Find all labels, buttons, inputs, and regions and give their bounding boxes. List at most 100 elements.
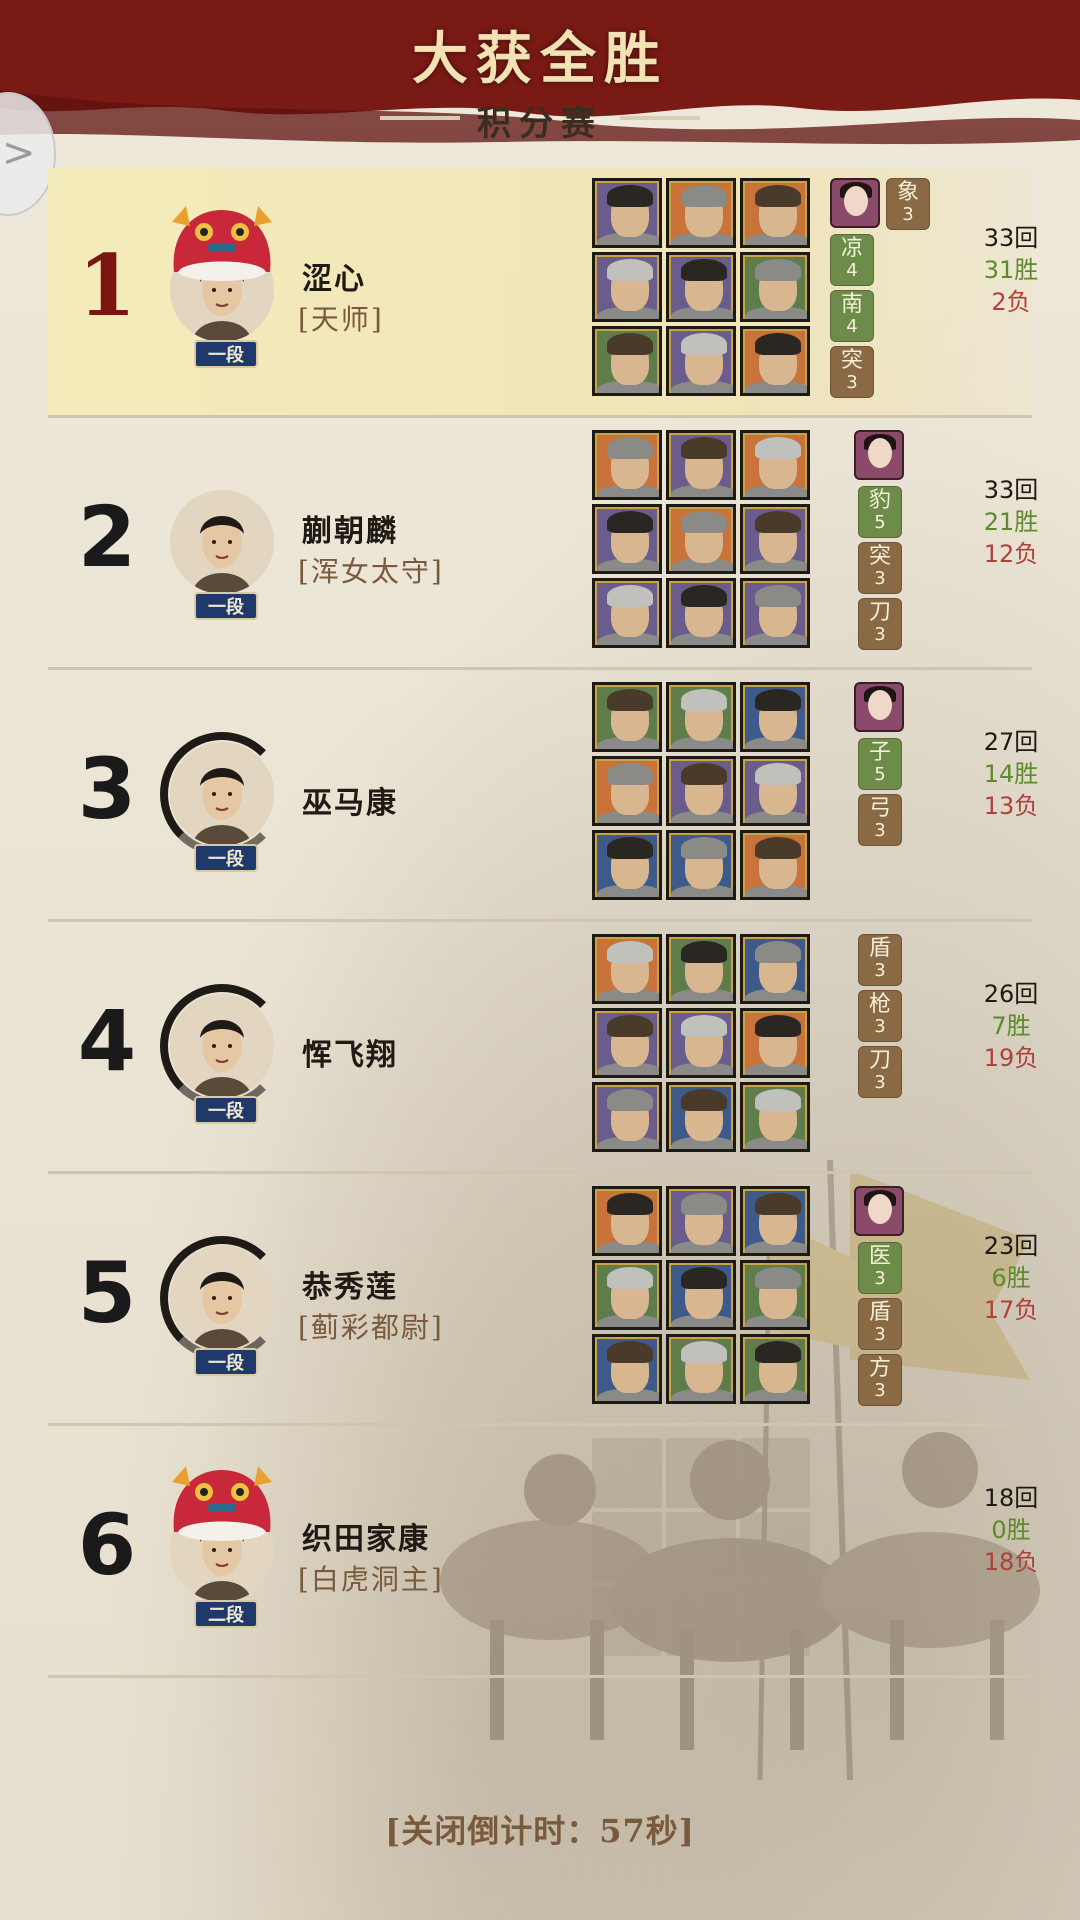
- general-unit-card[interactable]: [666, 252, 736, 322]
- general-unit-card[interactable]: [592, 178, 662, 248]
- consort-portrait-icon[interactable]: [830, 178, 880, 228]
- consort-portrait-icon[interactable]: [854, 682, 904, 732]
- general-unit-card[interactable]: [666, 430, 736, 500]
- general-unit-card[interactable]: [740, 1186, 810, 1256]
- general-unit-card[interactable]: [592, 1082, 662, 1152]
- header-banner: 大获全胜 积分赛: [0, 0, 1080, 150]
- general-unit-card[interactable]: [666, 682, 736, 752]
- synergy-tag-count: 5: [874, 764, 886, 785]
- general-unit-card[interactable]: [740, 252, 810, 322]
- leaderboard-row[interactable]: 2 一段 蒯朝麟 [浑女太守] 豹 5 突 3 刀 3 33回 21胜 12负: [48, 420, 1038, 670]
- rounds-count: 33回: [983, 476, 1039, 504]
- general-unit-card[interactable]: [592, 682, 662, 752]
- player-avatar[interactable]: 一段: [160, 206, 284, 368]
- synergy-tag[interactable]: 南4: [830, 290, 874, 342]
- leaderboard-row[interactable]: 4 一段 恽飞翔盾 3 枪 3 刀 3 26回 7胜 19负: [48, 924, 1038, 1174]
- general-unit-card[interactable]: [592, 934, 662, 1004]
- general-unit-card[interactable]: [666, 1186, 736, 1256]
- synergy-tag[interactable]: 豹5: [858, 486, 902, 538]
- general-unit-card[interactable]: [592, 1008, 662, 1078]
- general-unit-card[interactable]: [592, 1186, 662, 1256]
- synergy-tag[interactable]: 象3: [886, 178, 930, 230]
- consort-portrait-icon[interactable]: [854, 430, 904, 480]
- synergy-tag[interactable]: 盾3: [858, 1298, 902, 1350]
- general-unit-card[interactable]: [666, 1082, 736, 1152]
- general-unit-card[interactable]: [740, 934, 810, 1004]
- synergy-tag[interactable]: 凉4: [830, 234, 874, 286]
- general-unit-card[interactable]: [666, 1008, 736, 1078]
- general-unit-card[interactable]: [666, 1260, 736, 1330]
- unit-helmet: [607, 689, 653, 711]
- player-avatar[interactable]: 一段: [160, 984, 284, 1124]
- general-unit-card[interactable]: [740, 326, 810, 396]
- general-unit-card[interactable]: [592, 504, 662, 574]
- unit-helmet: [681, 511, 727, 533]
- unit-helmet: [607, 837, 653, 859]
- general-unit-card[interactable]: [740, 178, 810, 248]
- unit-helmet: [607, 259, 653, 281]
- synergy-tag-count: 3: [874, 1016, 886, 1037]
- general-unit-card[interactable]: [592, 1334, 662, 1404]
- general-unit-card[interactable]: [740, 756, 810, 826]
- synergy-tag[interactable]: 医3: [858, 1242, 902, 1294]
- unit-helmet: [681, 837, 727, 859]
- leaderboard-row[interactable]: 5 一段 恭秀莲 [蓟彩都尉] 医 3 盾 3 方 3 23回 6胜 17负: [48, 1176, 1038, 1426]
- general-unit-card[interactable]: [740, 578, 810, 648]
- losses-count: 19负: [983, 1044, 1039, 1072]
- player-name: 涩心: [302, 262, 366, 297]
- general-unit-card[interactable]: [740, 1082, 810, 1152]
- synergy-tag[interactable]: 枪3: [858, 990, 902, 1042]
- leaderboard-row[interactable]: 1 一段 涩心 [天师] 象 3 凉 4 南 4 突 3 33回 31胜 2负: [48, 168, 1038, 418]
- leaderboard-row[interactable]: 6 二段 织田家康 [白虎洞主] 18回 0胜 18负: [48, 1428, 1038, 1678]
- synergy-tag[interactable]: 盾3: [858, 934, 902, 986]
- match-stats: 27回 14胜 13负: [956, 726, 1066, 822]
- general-unit-card[interactable]: [592, 578, 662, 648]
- player-name: 恭秀莲: [302, 1270, 398, 1305]
- unit-helmet: [681, 1267, 727, 1289]
- synergy-tag-label: 刀: [868, 1048, 891, 1073]
- general-unit-card[interactable]: [740, 430, 810, 500]
- general-unit-card[interactable]: [666, 178, 736, 248]
- general-unit-card[interactable]: [592, 430, 662, 500]
- general-unit-card[interactable]: [740, 1334, 810, 1404]
- synergy-tag[interactable]: 刀3: [858, 1046, 902, 1098]
- rank-number: 2: [77, 488, 137, 586]
- rank-number: 5: [77, 1244, 137, 1342]
- general-unit-card[interactable]: [740, 1260, 810, 1330]
- general-unit-card[interactable]: [740, 682, 810, 752]
- consort-portrait-icon[interactable]: [854, 1186, 904, 1236]
- leaderboard-row[interactable]: 3 一段 巫马康子 5 弓 3 27回 14胜 13负: [48, 672, 1038, 922]
- synergy-tag[interactable]: 弓3: [858, 794, 902, 846]
- general-unit-card[interactable]: [592, 1260, 662, 1330]
- empty-unit-slot: [666, 1512, 736, 1582]
- unit-helmet: [755, 763, 801, 785]
- general-unit-card[interactable]: [666, 934, 736, 1004]
- general-unit-card[interactable]: [666, 1334, 736, 1404]
- general-unit-card[interactable]: [666, 504, 736, 574]
- general-unit-card[interactable]: [740, 504, 810, 574]
- general-unit-card[interactable]: [666, 756, 736, 826]
- synergy-tag[interactable]: 子5: [858, 738, 902, 790]
- general-unit-card[interactable]: [592, 756, 662, 826]
- general-unit-card[interactable]: [666, 326, 736, 396]
- synergy-tag[interactable]: 方3: [858, 1354, 902, 1406]
- lineup-grid: [592, 430, 814, 652]
- general-unit-card[interactable]: [740, 1008, 810, 1078]
- general-unit-card[interactable]: [592, 326, 662, 396]
- player-avatar[interactable]: 一段: [160, 480, 284, 620]
- synergy-tag[interactable]: 突3: [858, 542, 902, 594]
- general-unit-card[interactable]: [592, 830, 662, 900]
- synergy-tag[interactable]: 突3: [830, 346, 874, 398]
- general-unit-card[interactable]: [740, 830, 810, 900]
- player-avatar[interactable]: 一段: [160, 1236, 284, 1376]
- synergy-tag-label: 盾: [868, 936, 891, 961]
- match-stats: 26回 7胜 19负: [956, 978, 1066, 1074]
- general-unit-card[interactable]: [592, 252, 662, 322]
- general-unit-card[interactable]: [666, 830, 736, 900]
- player-avatar[interactable]: 二段: [160, 1466, 284, 1628]
- synergy-tag-label: 南: [840, 292, 863, 317]
- synergy-tag[interactable]: 刀3: [858, 598, 902, 650]
- general-unit-card[interactable]: [666, 578, 736, 648]
- losses-count: 13负: [983, 792, 1039, 820]
- player-avatar[interactable]: 一段: [160, 732, 284, 872]
